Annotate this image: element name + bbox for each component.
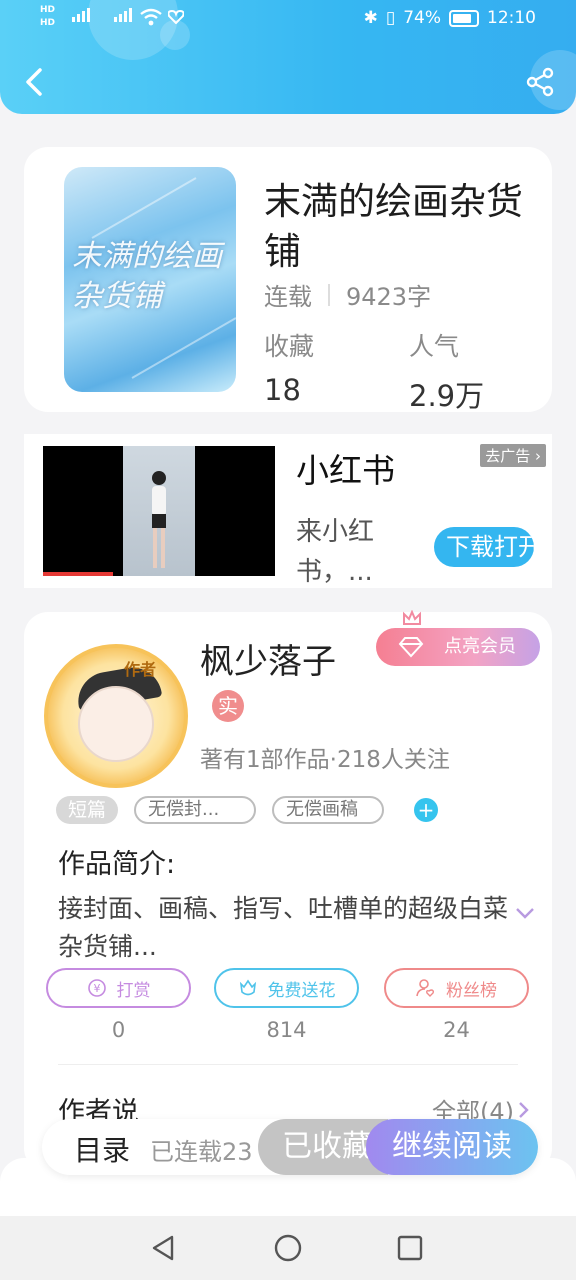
chevron-right-icon: [519, 1101, 529, 1118]
status-right: ✱ ▯ 74% 12:10: [364, 8, 536, 28]
popularity-label: 人气: [409, 332, 460, 361]
back-triangle-icon[interactable]: [148, 1232, 180, 1264]
avatar-tag: 作者: [124, 660, 157, 679]
verified-badge: 实: [212, 690, 244, 722]
status-bar: HD HD ✱ ▯ 74% 12:10: [0, 0, 576, 40]
back-arrow-icon[interactable]: [20, 64, 50, 100]
avatar-face: [78, 686, 154, 762]
tag-free-drawing[interactable]: 无偿画稿: [272, 796, 385, 824]
book-meta: 连载 9423字: [264, 277, 431, 312]
fan-rank-label: 粉丝榜: [446, 980, 497, 1001]
network-indicators: HD HD: [40, 5, 56, 28]
word-count: 9423字: [346, 283, 432, 311]
crown-icon: [403, 610, 421, 625]
recents-square-icon[interactable]: [394, 1232, 426, 1264]
diamond-icon: [398, 637, 424, 658]
heart-icon: [168, 10, 184, 24]
fan-count: 24: [443, 1018, 470, 1042]
video-progress: [43, 572, 113, 576]
battery-percent: 74%: [403, 8, 441, 28]
ad-title: 小红书: [296, 451, 395, 490]
ad-description: 来小红书，...: [296, 517, 375, 587]
tag-list: 短篇 无偿封... 无偿画稿 +: [56, 796, 439, 824]
wifi-icon: [140, 8, 162, 26]
book-info-card: 末满的绘画 杂货铺 末満的绘画杂货铺 连载 9423字 收藏 人气 18 2.9…: [24, 147, 552, 413]
ad-video[interactable]: [43, 446, 275, 576]
author-stats: 著有1部作品·218人关注: [200, 747, 450, 773]
continue-reading-button[interactable]: 继续阅读: [366, 1119, 538, 1175]
tip-label: 打赏: [116, 980, 151, 1001]
system-nav-bar: [0, 1216, 576, 1280]
fan-icon: [416, 979, 435, 997]
ad-cta-button[interactable]: 下载打开: [434, 527, 534, 567]
favorites-value: 18: [264, 373, 301, 407]
tip-button[interactable]: ¥ 打赏: [46, 968, 191, 1008]
author-avatar[interactable]: 作者: [44, 644, 188, 788]
ad-close-button[interactable]: 去广告 ›: [480, 444, 546, 467]
author-card: 作者 枫少落子 实 著有1部作品·218人关注 点亮会员 短篇 无偿封... 无…: [24, 610, 552, 1172]
battery-icon: [449, 9, 479, 27]
tip-count: 0: [111, 1018, 126, 1042]
intro-heading: 作品简介:: [58, 849, 176, 880]
ad-banner[interactable]: 小红书 来小红书，... 去广告 › 下载打开: [24, 434, 552, 588]
flower-icon: [239, 979, 256, 996]
home-circle-icon[interactable]: [272, 1232, 304, 1264]
ad-close-label: 去广告: [485, 447, 531, 465]
cover-title-art: 末满的绘画 杂货铺: [72, 239, 222, 314]
clock: 12:10: [487, 8, 536, 28]
header: HD HD ✱ ▯ 74% 12:10: [0, 0, 576, 114]
serial-chapters: 已连载23: [150, 1138, 253, 1166]
bottom-action-bar: 目录 已连载23 已收藏 继续阅读: [42, 1119, 538, 1175]
book-title: 末満的绘画杂货铺: [264, 180, 523, 273]
fan-rank-button[interactable]: 粉丝榜: [384, 968, 529, 1008]
vibrate-icon: ▯: [385, 8, 396, 28]
send-flower-button[interactable]: 免费送花: [214, 968, 359, 1008]
divider: [328, 283, 330, 306]
yuan-icon: ¥: [87, 979, 106, 997]
intro-text: 接封面、画稿、指写、吐槽单的超级白菜杂货铺...: [58, 894, 509, 961]
tag-free-cover[interactable]: 无偿封...: [134, 796, 257, 824]
serial-status: 连载: [264, 283, 312, 311]
action-row: ¥ 打赏 免费送花 粉丝榜: [46, 968, 530, 1008]
send-flower-label: 免费送花: [267, 980, 336, 1001]
favorites-label: 收藏: [264, 332, 315, 361]
share-icon[interactable]: [524, 66, 556, 98]
book-cover[interactable]: 末满的绘画 杂货铺: [64, 167, 236, 392]
svg-text:¥: ¥: [93, 982, 100, 995]
signal-icon: [114, 8, 132, 22]
add-tag-icon[interactable]: +: [414, 798, 439, 822]
flower-count: 814: [266, 1018, 307, 1042]
expand-chevron-icon[interactable]: [514, 902, 536, 924]
divider: [58, 1064, 518, 1065]
author-name: 枫少落子: [200, 642, 336, 682]
popularity-value: 2.9万: [409, 379, 485, 413]
tag-short[interactable]: 短篇: [56, 796, 119, 824]
video-figure: [152, 471, 166, 568]
toc-button[interactable]: 目录: [74, 1129, 130, 1169]
signal-icon: [72, 8, 90, 22]
bluetooth-icon: ✱: [363, 8, 378, 28]
